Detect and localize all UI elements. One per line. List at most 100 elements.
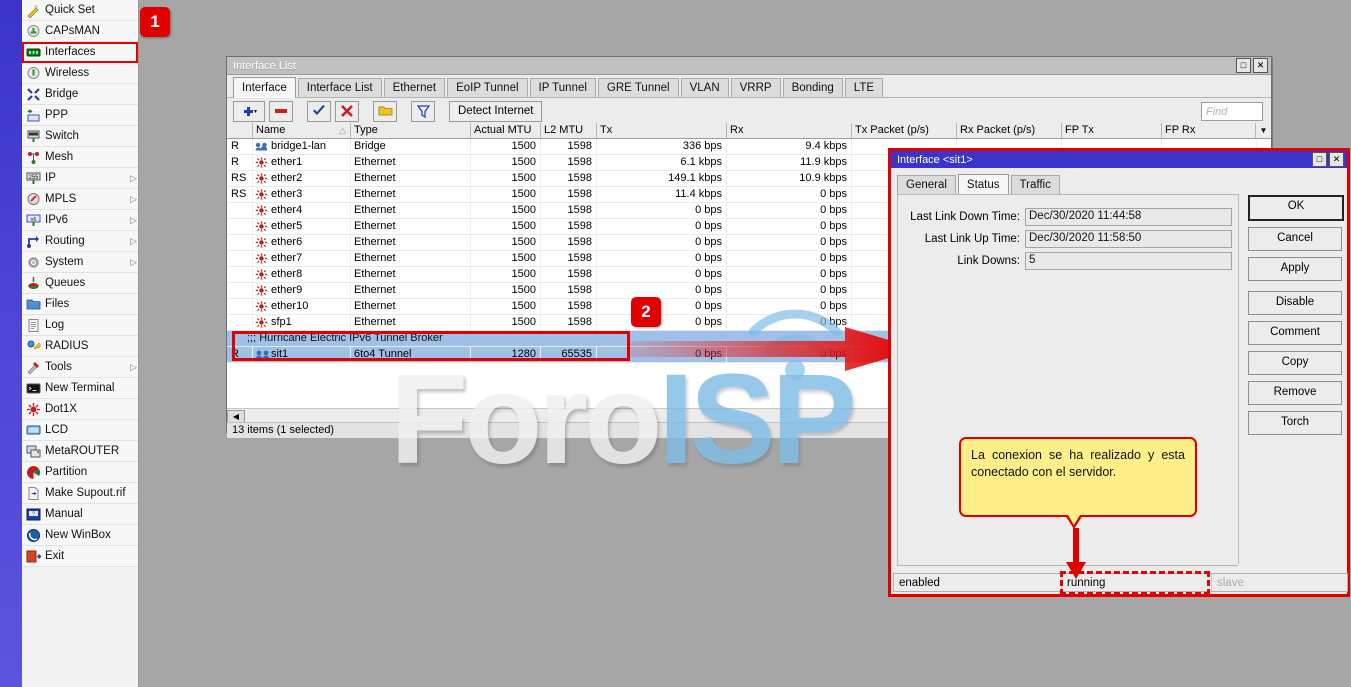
enable-button[interactable]	[307, 101, 331, 122]
column-options-chevron-icon[interactable]: ▼	[1255, 123, 1271, 138]
cell-rx: 0 bps	[727, 235, 852, 250]
remove-button[interactable]: Remove	[1248, 381, 1342, 405]
sidebar-item-metarouter[interactable]: MetaROUTER	[22, 441, 138, 462]
sidebar-item-ipv6[interactable]: v6IPv6▷	[22, 210, 138, 231]
sit1-close-icon[interactable]: ✕	[1329, 152, 1344, 167]
sidebar-item-label: Bridge	[45, 88, 129, 100]
sidebar-item-dot1x[interactable]: Dot1X	[22, 399, 138, 420]
label-last-link-up-time: Last Link Up Time:	[898, 233, 1025, 245]
radius-icon	[26, 339, 41, 354]
interface-sit1-dialog: Interface <sit1> □ ✕ GeneralStatusTraffi…	[888, 148, 1350, 597]
disable-button[interactable]	[335, 101, 359, 122]
dot1x-icon	[26, 402, 41, 417]
cell-type: Ethernet	[351, 235, 471, 250]
column-header-rxp[interactable]: Rx Packet (p/s)	[957, 123, 1062, 138]
column-header-amtu[interactable]: Actual MTU	[471, 123, 541, 138]
filter-button[interactable]	[411, 101, 435, 122]
tab-vrrp[interactable]: VRRP	[731, 78, 781, 97]
cancel-button[interactable]: Cancel	[1248, 227, 1342, 251]
sidebar-item-mpls[interactable]: MPLS▷	[22, 189, 138, 210]
cell-amtu: 1500	[471, 203, 541, 218]
interface-name: ether8	[271, 267, 302, 282]
cell-amtu: 1500	[471, 315, 541, 330]
tab-eoip-tunnel[interactable]: EoIP Tunnel	[447, 78, 527, 97]
cell-l2mtu: 1598	[541, 203, 597, 218]
sit1-tab-traffic[interactable]: Traffic	[1011, 175, 1060, 194]
add-button[interactable]	[233, 101, 265, 122]
sidebar-item-exit[interactable]: Exit	[22, 546, 138, 567]
sidebar-item-quick-set[interactable]: Quick Set	[22, 0, 138, 21]
sit1-button-column: OKCancelApplyDisableCommentCopyRemoveTor…	[1248, 195, 1340, 441]
cell-tx: 6.1 kbps	[597, 155, 727, 170]
column-header-l2mtu[interactable]: L2 MTU	[541, 123, 597, 138]
sidebar-item-bridge[interactable]: Bridge	[22, 84, 138, 105]
sidebar-item-radius[interactable]: RADIUS	[22, 336, 138, 357]
column-header-fprx[interactable]: FP Rx	[1162, 123, 1257, 138]
disable-button[interactable]: Disable	[1248, 291, 1342, 315]
sidebar-item-files[interactable]: Files	[22, 294, 138, 315]
ok-button[interactable]: OK	[1248, 195, 1344, 221]
sidebar-item-tools[interactable]: Tools▷	[22, 357, 138, 378]
column-header-fptx[interactable]: FP Tx	[1062, 123, 1162, 138]
sidebar-item-wireless[interactable]: Wireless	[22, 63, 138, 84]
sidebar-item-partition[interactable]: Partition	[22, 462, 138, 483]
remove-button[interactable]	[269, 101, 293, 122]
capsman-icon	[26, 24, 41, 39]
detect-internet-button[interactable]: Detect Internet	[449, 101, 542, 122]
sit1-tab-status[interactable]: Status	[958, 174, 1009, 195]
torch-button[interactable]: Torch	[1248, 411, 1342, 435]
tab-bonding[interactable]: Bonding	[783, 78, 843, 97]
sidebar-item-interfaces[interactable]: Interfaces	[22, 42, 138, 63]
callout-down-arrow	[1065, 528, 1087, 580]
maximize-icon[interactable]: □	[1236, 58, 1251, 73]
ethernet-row-icon	[255, 317, 268, 328]
value-link-downs[interactable]: 5	[1025, 252, 1232, 270]
sit1-tab-general[interactable]: General	[897, 175, 956, 194]
tab-lte[interactable]: LTE	[845, 78, 883, 97]
tab-interface-list[interactable]: Interface List	[298, 78, 382, 97]
search-input[interactable]: Find	[1201, 102, 1263, 121]
sidebar-item-lcd[interactable]: LCD	[22, 420, 138, 441]
copy-button[interactable]: Copy	[1248, 351, 1342, 375]
tab-interface[interactable]: Interface	[233, 77, 296, 98]
column-header-flag[interactable]	[227, 123, 253, 138]
interface-list-toolbar: Detect Internet Find	[227, 98, 1271, 125]
cell-rx: 0 bps	[727, 267, 852, 282]
column-header-txp[interactable]: Tx Packet (p/s)	[852, 123, 957, 138]
sidebar-item-mesh[interactable]: Mesh	[22, 147, 138, 168]
cell-flag: R	[227, 139, 253, 154]
cell-name: ether1	[253, 155, 351, 170]
column-header-name[interactable]: Name△	[253, 123, 351, 138]
sidebar-item-switch[interactable]: Switch	[22, 126, 138, 147]
tab-ethernet[interactable]: Ethernet	[384, 78, 445, 97]
sidebar-item-new-winbox[interactable]: New WinBox	[22, 525, 138, 546]
sidebar-item-system[interactable]: System▷	[22, 252, 138, 273]
close-icon[interactable]: ✕	[1253, 58, 1268, 73]
comment-button[interactable]	[373, 101, 397, 122]
tab-vlan[interactable]: VLAN	[681, 78, 729, 97]
value-last-link-down-time[interactable]: Dec/30/2020 11:44:58	[1025, 208, 1232, 226]
tab-ip-tunnel[interactable]: IP Tunnel	[530, 78, 596, 97]
sit1-maximize-icon[interactable]: □	[1312, 152, 1327, 167]
column-header-type[interactable]: Type	[351, 123, 471, 138]
sidebar-item-queues[interactable]: Queues	[22, 273, 138, 294]
cell-tx: 0 bps	[597, 267, 727, 282]
cell-name: ether7	[253, 251, 351, 266]
sidebar-item-capsman[interactable]: CAPsMAN	[22, 21, 138, 42]
cell-type: Ethernet	[351, 299, 471, 314]
apply-button[interactable]: Apply	[1248, 257, 1342, 281]
comment-button[interactable]: Comment	[1248, 321, 1342, 345]
sidebar-item-manual[interactable]: ?Manual	[22, 504, 138, 525]
sidebar-item-new-terminal[interactable]: New Terminal	[22, 378, 138, 399]
sidebar-item-routing[interactable]: Routing▷	[22, 231, 138, 252]
sidebar-item-ppp[interactable]: PPP	[22, 105, 138, 126]
sidebar-item-label: IP	[45, 172, 129, 184]
cell-tx: 0 bps	[597, 283, 727, 298]
column-header-tx[interactable]: Tx	[597, 123, 727, 138]
sidebar-item-ip[interactable]: 255IP▷	[22, 168, 138, 189]
sidebar-item-log[interactable]: Log	[22, 315, 138, 336]
column-header-rx[interactable]: Rx	[727, 123, 852, 138]
value-last-link-up-time[interactable]: Dec/30/2020 11:58:50	[1025, 230, 1232, 248]
sidebar-item-make-supout-rif[interactable]: Make Supout.rif	[22, 483, 138, 504]
tab-gre-tunnel[interactable]: GRE Tunnel	[598, 78, 679, 97]
